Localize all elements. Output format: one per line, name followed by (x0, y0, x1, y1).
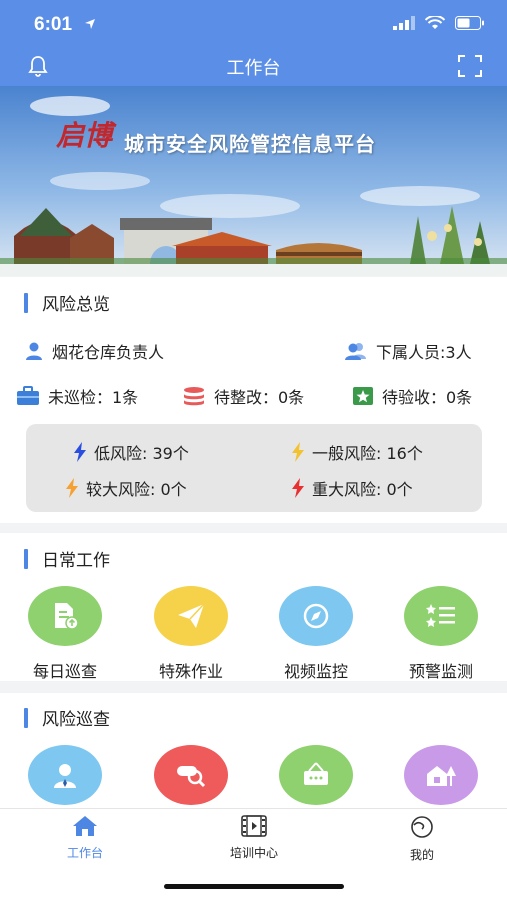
film-icon (241, 815, 267, 837)
signal-icon (393, 16, 415, 30)
special-work-circle (154, 586, 228, 646)
compass-icon (303, 603, 329, 629)
group-icon (345, 343, 366, 360)
subordinates-label: 下属人员:3人 (376, 343, 472, 362)
search-magnifier-icon (177, 766, 206, 788)
patrol-tile-3[interactable] (261, 745, 371, 805)
section-bar (24, 292, 28, 313)
tab-mine[interactable]: 我的 (367, 815, 477, 863)
risk-overview-header: 风险总览 (24, 290, 110, 315)
home-indicator (164, 884, 344, 889)
daily-inspection-label: 每日巡查 (32, 662, 97, 681)
scan-icon[interactable] (457, 54, 483, 78)
stat-pending-accept[interactable]: 待验收：0条 (352, 384, 472, 408)
status-bar: 6:01 (0, 0, 507, 48)
star-list-icon (426, 604, 455, 627)
special-work-label: 特殊作业 (158, 662, 223, 681)
house-tree-icon (427, 766, 456, 786)
nav-bar: 工作台 (0, 48, 507, 86)
daily-work-header: 日常工作 (24, 546, 110, 571)
patrol-tile-1[interactable] (10, 745, 120, 805)
page-title: 工作台 (226, 58, 281, 79)
role-label: 烟花仓库负责人 (52, 343, 165, 362)
risk-general-label: 一般风险: 16个 (312, 444, 423, 463)
battery-icon (455, 16, 484, 30)
home-icon (73, 816, 97, 836)
tab-workbench-label: 工作台 (66, 846, 103, 860)
stat-pending-fix[interactable]: 待整改：0条 (182, 384, 304, 408)
risk-patrol-header: 风险巡查 (24, 705, 110, 730)
video-monitor-tile[interactable]: 视频监控 (261, 586, 371, 682)
daily-inspection-tile[interactable]: 每日巡查 (10, 586, 120, 682)
video-monitor-label: 视频监控 (283, 662, 348, 681)
tab-training-label: 培训中心 (229, 846, 278, 860)
stat-uninspected-label: 未巡检：1条 (48, 388, 139, 407)
database-stack-icon (184, 387, 204, 406)
patrol-circle-1 (28, 745, 102, 805)
stat-pending-accept-label: 待验收：0条 (382, 388, 473, 407)
risk-major[interactable]: 较大风险: 0个 (64, 476, 187, 500)
document-upload-icon (55, 603, 79, 630)
video-monitor-circle (279, 586, 353, 646)
tab-workbench[interactable]: 工作台 (30, 815, 140, 861)
banner-title: 城市安全风险管控信息平台 (124, 132, 376, 156)
lightning-icon (292, 442, 304, 462)
daily-inspection-circle (28, 586, 102, 646)
section-bar (24, 548, 28, 569)
risk-general[interactable]: 一般风险: 16个 (290, 440, 423, 464)
risk-low-label: 低风险: 39个 (94, 444, 189, 463)
patrol-circle-4 (404, 745, 478, 805)
warning-monitor-tile[interactable]: 预警监测 (386, 586, 496, 682)
section-bar (24, 707, 28, 728)
patrol-tile-2[interactable] (136, 745, 246, 805)
stat-pending-fix-label: 待整改：0条 (214, 388, 305, 407)
status-time: 6:01 (34, 14, 73, 35)
person-icon (26, 342, 42, 360)
star-badge-icon (353, 387, 373, 405)
warning-monitor-circle (404, 586, 478, 646)
lightning-icon (66, 478, 78, 498)
status-icons (393, 16, 485, 30)
role-item: 烟花仓库负责人 (24, 339, 164, 363)
tab-training[interactable]: 培训中心 (199, 815, 309, 861)
briefcase-icon (17, 386, 39, 405)
location-arrow-icon (85, 19, 95, 29)
warning-monitor-label: 预警监测 (408, 662, 473, 681)
risk-critical[interactable]: 重大风险: 0个 (290, 476, 413, 500)
risk-overview-title: 风险总览 (42, 295, 110, 315)
banner-brand-logo: 启博 (56, 119, 113, 152)
tab-mine-label: 我的 (409, 848, 434, 862)
paper-plane-icon (178, 603, 205, 628)
risk-patrol-title: 风险巡查 (42, 710, 110, 730)
risk-critical-label: 重大风险: 0个 (312, 480, 413, 499)
sign-board-icon (304, 762, 328, 785)
patrol-tile-4[interactable] (386, 745, 496, 805)
banner: 启博 城市安全风险管控信息平台 (0, 86, 507, 276)
wifi-icon (425, 16, 445, 29)
lightning-icon (292, 478, 304, 498)
lightning-icon (74, 442, 86, 462)
special-work-tile[interactable]: 特殊作业 (136, 586, 246, 682)
patrol-circle-3 (279, 745, 353, 805)
risk-low[interactable]: 低风险: 39个 (72, 440, 189, 464)
person-icon (54, 764, 76, 788)
stat-uninspected[interactable]: 未巡检：1条 (16, 384, 138, 408)
risk-major-label: 较大风险: 0个 (86, 480, 187, 499)
daily-work-title: 日常工作 (42, 551, 110, 571)
patrol-circle-2 (154, 745, 228, 805)
subordinates-item[interactable]: 下属人员:3人 (344, 339, 472, 363)
user-circle-icon (411, 816, 433, 838)
